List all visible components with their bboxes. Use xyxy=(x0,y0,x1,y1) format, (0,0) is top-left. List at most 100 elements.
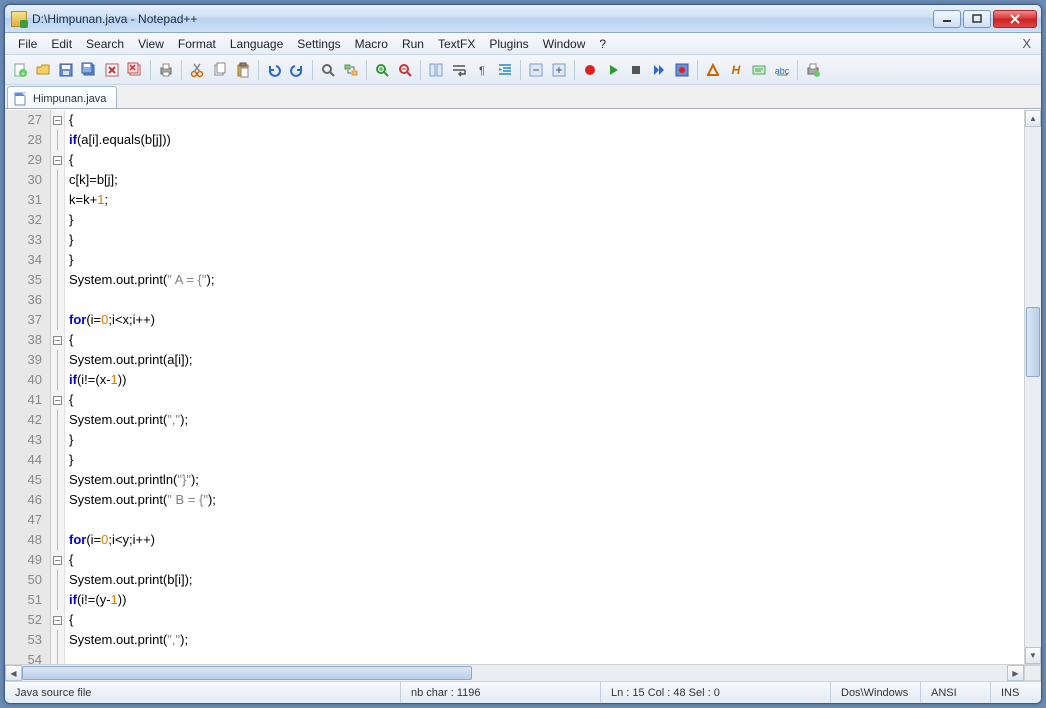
menu-plugins[interactable]: Plugins xyxy=(482,35,535,53)
code-text[interactable]: } xyxy=(65,430,73,450)
code-line[interactable]: 35System.out.print(" A = {"); xyxy=(5,270,1024,290)
fold-toggle-icon[interactable] xyxy=(53,336,62,345)
code-line[interactable]: 52{ xyxy=(5,610,1024,630)
vertical-scrollbar[interactable]: ▲ ▼ xyxy=(1024,110,1041,664)
fold-gutter[interactable] xyxy=(51,430,65,450)
scroll-down-arrow[interactable]: ▼ xyxy=(1025,647,1041,664)
code-area[interactable]: 27{28if(a[i].equals(b[j]))29{30c[k]=b[j]… xyxy=(5,110,1024,664)
fold-gutter[interactable] xyxy=(51,230,65,250)
code-text[interactable]: { xyxy=(65,550,73,570)
code-line[interactable]: 28if(a[i].equals(b[j])) xyxy=(5,130,1024,150)
scroll-up-arrow[interactable]: ▲ xyxy=(1025,110,1041,127)
toolbar-undo-button[interactable] xyxy=(263,59,285,81)
menubar-close-doc[interactable]: X xyxy=(1018,36,1035,51)
code-line[interactable]: 48for(i=0;i<y;i++) xyxy=(5,530,1024,550)
menu-language[interactable]: Language xyxy=(223,35,290,53)
fold-gutter[interactable] xyxy=(51,390,65,410)
fold-gutter[interactable] xyxy=(51,270,65,290)
code-line[interactable]: 45System.out.println("}"); xyxy=(5,470,1024,490)
code-text[interactable]: } xyxy=(65,450,73,470)
fold-gutter[interactable] xyxy=(51,610,65,630)
toolbar-find-button[interactable] xyxy=(317,59,339,81)
fold-gutter[interactable] xyxy=(51,590,65,610)
vscroll-thumb[interactable] xyxy=(1026,307,1040,377)
fold-gutter[interactable] xyxy=(51,630,65,650)
code-text[interactable]: c[k]=b[j]; xyxy=(65,170,118,190)
fold-gutter[interactable] xyxy=(51,110,65,130)
fold-gutter[interactable] xyxy=(51,510,65,530)
fold-toggle-icon[interactable] xyxy=(53,156,62,165)
fold-gutter[interactable] xyxy=(51,450,65,470)
toolbar-playfast-button[interactable] xyxy=(648,59,670,81)
toolbar-redo-button[interactable] xyxy=(286,59,308,81)
menu-edit[interactable]: Edit xyxy=(44,35,79,53)
code-line[interactable]: 27{ xyxy=(5,110,1024,130)
code-line[interactable]: 30c[k]=b[j]; xyxy=(5,170,1024,190)
minimize-button[interactable] xyxy=(933,10,961,28)
hscroll-thumb[interactable] xyxy=(22,666,472,680)
code-line[interactable]: 36 xyxy=(5,290,1024,310)
code-line[interactable]: 46System.out.print(" B = {"); xyxy=(5,490,1024,510)
toolbar-replace-button[interactable] xyxy=(340,59,362,81)
menu-textfx[interactable]: TextFX xyxy=(431,35,482,53)
code-text[interactable]: { xyxy=(65,610,73,630)
code-line[interactable]: 49{ xyxy=(5,550,1024,570)
code-line[interactable]: 39System.out.print(a[i]); xyxy=(5,350,1024,370)
toolbar-stop-button[interactable] xyxy=(625,59,647,81)
toolbar-clear-button[interactable] xyxy=(702,59,724,81)
code-line[interactable]: 32} xyxy=(5,210,1024,230)
toolbar-cut-button[interactable] xyxy=(186,59,208,81)
toolbar-new-button[interactable]: + xyxy=(9,59,31,81)
toolbar-save-button[interactable] xyxy=(55,59,77,81)
fold-toggle-icon[interactable] xyxy=(53,396,62,405)
code-line[interactable]: 37for(i=0;i<x;i++) xyxy=(5,310,1024,330)
code-line[interactable]: 54 xyxy=(5,650,1024,664)
code-text[interactable] xyxy=(65,650,69,664)
code-line[interactable]: 40if(i!=(x-1)) xyxy=(5,370,1024,390)
menu-settings[interactable]: Settings xyxy=(290,35,347,53)
horizontal-scrollbar[interactable]: ◀ ▶ xyxy=(5,664,1041,681)
fold-gutter[interactable] xyxy=(51,150,65,170)
toolbar-rec-button[interactable] xyxy=(579,59,601,81)
code-text[interactable]: } xyxy=(65,250,73,270)
code-text[interactable]: System.out.print(","); xyxy=(65,410,188,430)
code-line[interactable]: 44} xyxy=(5,450,1024,470)
fold-gutter[interactable] xyxy=(51,310,65,330)
maximize-button[interactable] xyxy=(963,10,991,28)
code-text[interactable]: { xyxy=(65,150,73,170)
toolbar-folding2-button[interactable] xyxy=(548,59,570,81)
code-text[interactable]: { xyxy=(65,390,73,410)
fold-gutter[interactable] xyxy=(51,170,65,190)
toolbar-open-button[interactable] xyxy=(32,59,54,81)
code-line[interactable]: 29{ xyxy=(5,150,1024,170)
toolbar-paste-button[interactable] xyxy=(232,59,254,81)
menu-file[interactable]: File xyxy=(11,35,44,53)
code-text[interactable]: } xyxy=(65,230,73,250)
fold-gutter[interactable] xyxy=(51,470,65,490)
code-line[interactable]: 31k=k+1; xyxy=(5,190,1024,210)
fold-toggle-icon[interactable] xyxy=(53,556,62,565)
code-line[interactable]: 38{ xyxy=(5,330,1024,350)
toolbar-closeall-button[interactable] xyxy=(124,59,146,81)
toolbar-zoomout-button[interactable] xyxy=(394,59,416,81)
menu-run[interactable]: Run xyxy=(395,35,431,53)
toolbar-allchars-button[interactable]: ¶ xyxy=(471,59,493,81)
code-line[interactable]: 50System.out.print(b[i]); xyxy=(5,570,1024,590)
titlebar[interactable]: D:\Himpunan.java - Notepad++ xyxy=(5,5,1041,33)
vscroll-track[interactable] xyxy=(1025,127,1041,647)
code-text[interactable]: System.out.print(","); xyxy=(65,630,188,650)
code-text[interactable]: k=k+1; xyxy=(65,190,108,210)
code-text[interactable]: System.out.print(b[i]); xyxy=(65,570,193,590)
code-text[interactable]: if(i!=(y-1)) xyxy=(65,590,126,610)
menu-window[interactable]: Window xyxy=(536,35,593,53)
scroll-right-arrow[interactable]: ▶ xyxy=(1007,665,1024,681)
code-line[interactable]: 41{ xyxy=(5,390,1024,410)
code-text[interactable]: if(a[i].equals(b[j])) xyxy=(65,130,171,150)
close-button[interactable] xyxy=(993,10,1037,28)
code-text[interactable]: System.out.print(a[i]); xyxy=(65,350,193,370)
toolbar-indent-button[interactable] xyxy=(494,59,516,81)
fold-toggle-icon[interactable] xyxy=(53,116,62,125)
fold-gutter[interactable] xyxy=(51,570,65,590)
fold-gutter[interactable] xyxy=(51,530,65,550)
fold-gutter[interactable] xyxy=(51,370,65,390)
